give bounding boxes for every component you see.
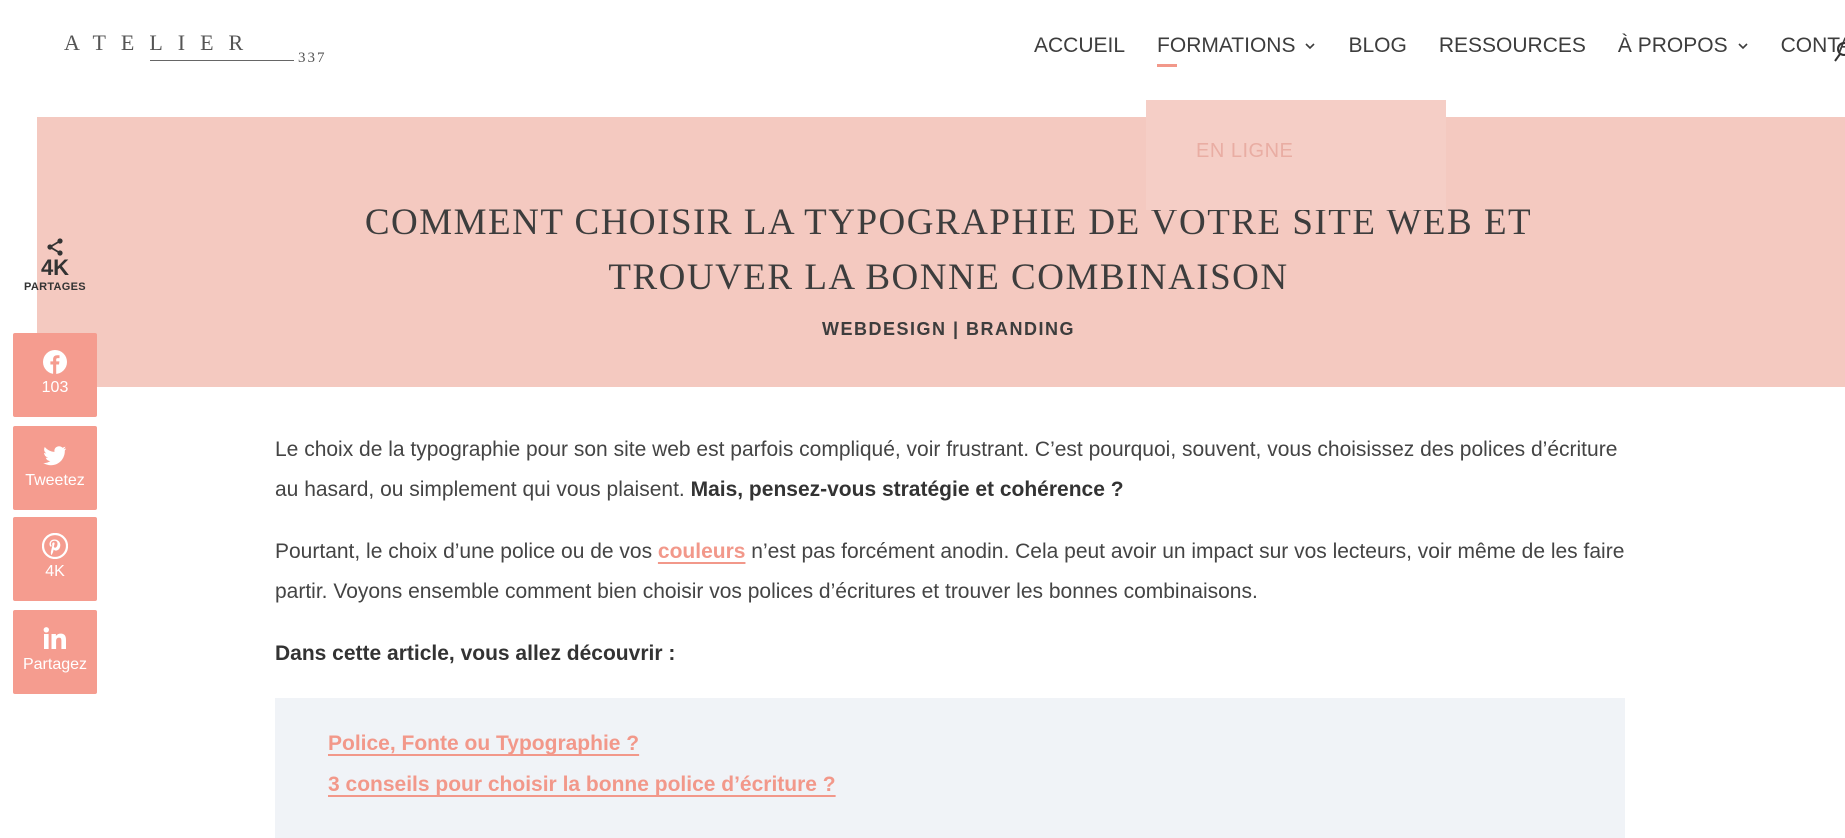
linkedin-share-button[interactable]: Partagez bbox=[13, 610, 97, 694]
article-title-line2: TROUVER LA BONNE COMBINAISON bbox=[608, 257, 1289, 298]
search-icon[interactable] bbox=[1834, 40, 1845, 64]
twitter-share-button[interactable]: Tweetez bbox=[13, 426, 97, 510]
logo-word: ATELIER bbox=[64, 30, 259, 55]
nav-blog-label: BLOG bbox=[1348, 34, 1407, 57]
nav-ressources[interactable]: RESSOURCES bbox=[1439, 34, 1586, 58]
facebook-count: 103 bbox=[41, 379, 69, 396]
nav-blog[interactable]: BLOG bbox=[1348, 34, 1406, 58]
paragraph-second: Pourtant, le choix d’une police ou de vo… bbox=[275, 532, 1635, 612]
article-title-line1: COMMENT CHOISIR LA TYPOGRAPHIE DE VOTRE … bbox=[364, 202, 1533, 243]
nav-formations-label: FORMATIONS bbox=[1157, 34, 1296, 57]
pinterest-count: 4K bbox=[45, 563, 65, 580]
nav-ressources-label: RESSOURCES bbox=[1438, 34, 1586, 57]
twitter-label: Tweetez bbox=[25, 472, 85, 489]
paragraph-toc-intro: Dans cette article, vous allez découvrir… bbox=[275, 634, 1635, 674]
chevron-down-icon bbox=[1305, 43, 1316, 50]
share-total-label: PARTAGES bbox=[24, 281, 86, 293]
twitter-icon bbox=[43, 446, 66, 466]
nav-a-propos[interactable]: À PROPOS bbox=[1618, 34, 1749, 58]
paragraph-intro: Le choix de la typographie pour son site… bbox=[275, 430, 1635, 510]
table-of-contents: Police, Fonte ou Typographie ? 3 conseil… bbox=[275, 698, 1625, 838]
logo-number: 337 bbox=[298, 50, 327, 66]
article-hero: COMMENT CHOISIR LA TYPOGRAPHIE DE VOTRE … bbox=[37, 117, 1845, 387]
nav-accueil[interactable]: ACCUEIL bbox=[1034, 34, 1125, 58]
logo-rule bbox=[150, 60, 294, 61]
toc-link-3-conseils[interactable]: 3 conseils pour choisir la bonne police … bbox=[328, 773, 836, 797]
formations-dropdown: EN LIGNE bbox=[1146, 100, 1446, 210]
share-total-count: 4K bbox=[40, 255, 70, 280]
pinterest-icon bbox=[42, 533, 68, 559]
toc-intro-bold: Dans cette article, vous allez découvrir… bbox=[275, 642, 676, 665]
dropdown-item-en-ligne[interactable]: EN LIGNE bbox=[1196, 140, 1293, 163]
facebook-share-button[interactable]: 103 bbox=[13, 333, 97, 417]
linkedin-label: Partagez bbox=[22, 656, 88, 673]
chevron-down-icon bbox=[1738, 43, 1748, 50]
pinterest-share-button[interactable]: 4K bbox=[13, 517, 97, 601]
nav-formations[interactable]: FORMATIONS bbox=[1157, 34, 1316, 67]
site-header: ATELIER 337 ACCUEIL FORMATIONS BLOG RESS… bbox=[0, 0, 1845, 100]
couleurs-link[interactable]: couleurs bbox=[658, 540, 746, 563]
nav-a-propos-label: À PROPOS bbox=[1617, 34, 1728, 57]
share-total: 4K PARTAGES bbox=[22, 237, 88, 293]
active-indicator bbox=[1157, 64, 1178, 67]
main-nav: ACCUEIL FORMATIONS BLOG RESSOURCES À PRO… bbox=[1034, 34, 1845, 67]
nav-accueil-label: ACCUEIL bbox=[1034, 34, 1126, 57]
facebook-icon bbox=[43, 350, 67, 374]
site-logo[interactable]: ATELIER 337 bbox=[64, 30, 325, 70]
paragraph-intro-bold: Mais, pensez-vous stratégie et cohérence… bbox=[690, 478, 1124, 501]
article-categories[interactable]: WEBDESIGN | BRANDING bbox=[37, 319, 1845, 340]
paragraph-second-text: Pourtant, le choix d’une police ou de vo… bbox=[275, 540, 658, 563]
toc-link-police-fonte[interactable]: Police, Fonte ou Typographie ? bbox=[328, 732, 639, 756]
article-title: COMMENT CHOISIR LA TYPOGRAPHIE DE VOTRE … bbox=[37, 195, 1845, 305]
share-icon bbox=[47, 238, 63, 256]
article-body: Le choix de la typographie pour son site… bbox=[275, 430, 1635, 696]
linkedin-icon bbox=[43, 627, 66, 649]
